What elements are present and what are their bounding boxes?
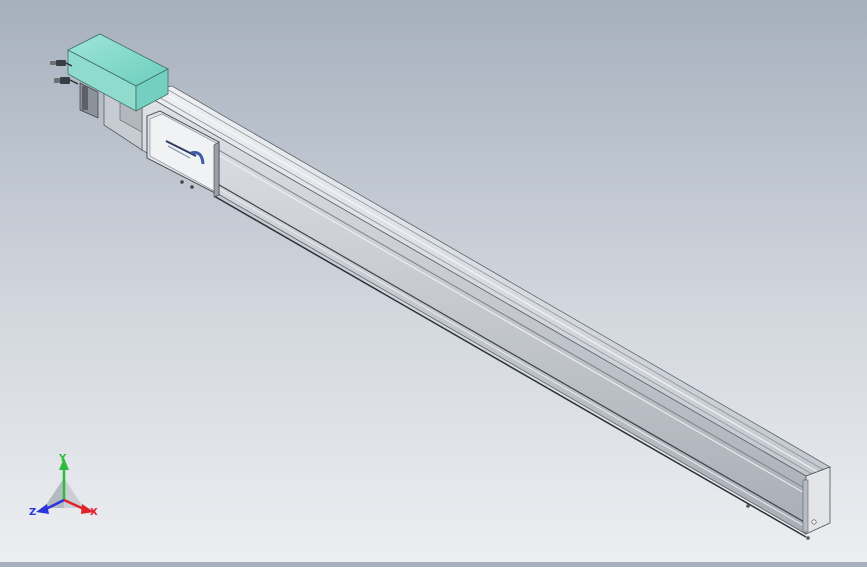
y-axis-label: Y — [58, 453, 67, 464]
model-canvas[interactable]: Y X Z — [0, 0, 867, 562]
coordinate-triad: Y X Z — [29, 453, 98, 518]
z-axis-label: Z — [29, 507, 36, 518]
x-axis-label: X — [90, 507, 98, 518]
3d-viewport[interactable]: Y X Z — [0, 0, 867, 562]
linear-rail[interactable] — [140, 85, 831, 538]
